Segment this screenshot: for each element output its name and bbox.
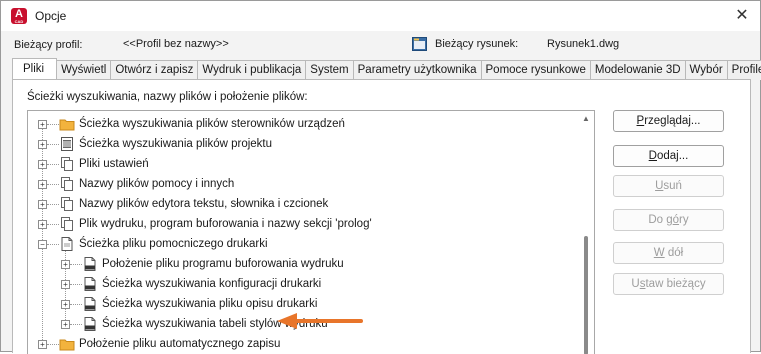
tree-item-label: Ścieżka wyszukiwania plików sterowników … bbox=[79, 118, 345, 130]
plt-file-icon bbox=[82, 276, 98, 292]
tree-connector bbox=[47, 204, 59, 205]
tree-connector bbox=[47, 184, 59, 185]
current-profile-value: <<Profil bez nazwy>> bbox=[123, 38, 229, 50]
expand-icon[interactable]: + bbox=[38, 220, 47, 229]
tree-connector bbox=[70, 324, 82, 325]
tree-connector bbox=[47, 224, 59, 225]
expand-icon[interactable]: + bbox=[61, 260, 70, 269]
files-icon bbox=[59, 216, 75, 232]
profile-row: Bieżący profil: <<Profil bez nazwy>> Bie… bbox=[1, 36, 760, 54]
files-icon bbox=[59, 196, 75, 212]
tab-selection[interactable]: Wybór bbox=[685, 60, 728, 80]
browse-button[interactable]: Przeglądaj... bbox=[613, 110, 724, 132]
tab-open-and-save[interactable]: Otwórz i zapisz bbox=[111, 60, 199, 80]
tab-system[interactable]: System bbox=[306, 60, 354, 80]
tab-strip: Pliki Wyświetl Otwórz i zapisz Wydruk i … bbox=[12, 58, 761, 80]
tree-connector bbox=[47, 244, 59, 245]
folder-icon bbox=[59, 336, 75, 352]
folder-icon bbox=[59, 116, 75, 132]
move-down-button[interactable]: W dół bbox=[613, 242, 724, 264]
current-drawing-value: Rysunek1.dwg bbox=[547, 38, 620, 50]
tab-profiles[interactable]: Profile bbox=[727, 60, 761, 80]
tree-item-label: Ścieżka wyszukiwania plików projektu bbox=[79, 138, 273, 150]
expand-icon[interactable]: + bbox=[38, 140, 47, 149]
tree-connector bbox=[47, 144, 59, 145]
app-icon: A CAD bbox=[11, 8, 27, 24]
current-profile-label: Bieżący profil: bbox=[14, 39, 83, 51]
tree-item-label: Ścieżka wyszukiwania konfiguracji drukar… bbox=[102, 278, 322, 290]
tree-connector bbox=[47, 344, 59, 345]
tab-3d-modeling[interactable]: Modelowanie 3D bbox=[590, 60, 686, 80]
set-current-button[interactable]: Ustaw bieżący bbox=[613, 273, 724, 295]
expand-icon[interactable]: + bbox=[38, 340, 47, 349]
remove-button[interactable]: Usuń bbox=[613, 175, 724, 197]
expand-icon[interactable]: + bbox=[61, 320, 70, 329]
tree-item[interactable]: + Ścieżka wyszukiwania plików sterowników… bbox=[28, 114, 578, 134]
tree-item-label: Ścieżka pliku pomocniczego drukarki bbox=[79, 238, 268, 250]
tree-connector bbox=[70, 304, 82, 305]
plt-file-icon bbox=[82, 256, 98, 272]
tree-item-label: Ścieżka wyszukiwania pliku opisu drukark… bbox=[102, 298, 318, 310]
expand-icon[interactable]: + bbox=[38, 160, 47, 169]
tree-item[interactable]: + Ścieżka wyszukiwania pliku opisu drukar… bbox=[28, 294, 578, 314]
scroll-thumb[interactable] bbox=[584, 236, 588, 354]
options-dialog: A CAD Opcje ✕ Bieżący profil: <<Profil be… bbox=[0, 0, 761, 354]
expand-icon[interactable]: + bbox=[38, 120, 47, 129]
tree-connector bbox=[47, 124, 59, 125]
plt-file-icon bbox=[82, 316, 98, 332]
close-icon[interactable]: ✕ bbox=[730, 5, 754, 27]
scroll-up-icon[interactable]: ▲ bbox=[581, 114, 591, 124]
tree-item-label: Położenie pliku automatycznego zapisu bbox=[79, 338, 281, 350]
tab-drafting[interactable]: Pomoce rysunkowe bbox=[481, 60, 591, 80]
current-drawing-label: Bieżący rysunek: bbox=[435, 38, 519, 50]
callout-arrow-icon bbox=[277, 313, 363, 329]
tree-item[interactable]: + Nazwy plików edytora tekstu, słownika i… bbox=[28, 194, 578, 214]
tree-connector bbox=[70, 264, 82, 265]
tree-item[interactable]: + Położenie pliku programu buforowania wy… bbox=[28, 254, 578, 274]
collapse-icon[interactable]: − bbox=[38, 240, 47, 249]
tree-item-label: Pliki ustawień bbox=[79, 158, 149, 170]
window-title: Opcje bbox=[35, 9, 67, 23]
move-up-button[interactable]: Do góry bbox=[613, 209, 724, 231]
tree-item-label: Nazwy plików pomocy i innych bbox=[79, 178, 235, 190]
document-icon bbox=[59, 236, 75, 252]
tree-item-label: Plik wydruku, program buforowania i nazw… bbox=[79, 218, 372, 230]
tree-item[interactable]: + Plik wydruku, program buforowania i naz… bbox=[28, 214, 578, 234]
tab-display[interactable]: Wyświetl bbox=[57, 60, 112, 80]
tree-connector bbox=[70, 284, 82, 285]
plt-file-icon bbox=[82, 296, 98, 312]
tree-item-label: Nazwy plików edytora tekstu, słownika i … bbox=[79, 198, 329, 210]
tab-plot-and-publish[interactable]: Wydruk i publikacja bbox=[198, 60, 307, 80]
tree-item[interactable]: + Położenie pliku automatycznego zapisu bbox=[28, 334, 578, 354]
tab-files[interactable]: Pliki bbox=[12, 58, 58, 80]
tree-item[interactable]: + Nazwy plików pomocy i innych bbox=[28, 174, 578, 194]
files-icon bbox=[59, 156, 75, 172]
expand-icon[interactable]: + bbox=[38, 180, 47, 189]
title-bar[interactable]: A CAD Opcje ✕ bbox=[1, 1, 760, 31]
tree-item-label: Położenie pliku programu buforowania wyd… bbox=[102, 258, 344, 270]
expand-icon[interactable]: + bbox=[61, 300, 70, 309]
project-file-icon bbox=[59, 136, 75, 152]
files-icon bbox=[59, 176, 75, 192]
tree-item[interactable]: − Ścieżka pliku pomocniczego drukarki bbox=[28, 234, 578, 254]
add-button[interactable]: Dodaj... bbox=[613, 145, 724, 167]
tree-item[interactable]: + Ścieżka wyszukiwania plików projektu bbox=[28, 134, 578, 154]
tab-user-preferences[interactable]: Parametry użytkownika bbox=[353, 60, 482, 80]
tree-item[interactable]: + Pliki ustawień bbox=[28, 154, 578, 174]
tree-scrollbar[interactable]: ▲ bbox=[578, 111, 594, 354]
expand-icon[interactable]: + bbox=[61, 280, 70, 289]
search-paths-label: Ścieżki wyszukiwania, nazwy plików i poł… bbox=[27, 91, 308, 103]
tree-item[interactable]: + Ścieżka wyszukiwania konfiguracji druka… bbox=[28, 274, 578, 294]
tree-connector bbox=[47, 164, 59, 165]
expand-icon[interactable]: + bbox=[38, 200, 47, 209]
files-panel: Ścieżki wyszukiwania, nazwy plików i poł… bbox=[12, 79, 751, 354]
drawing-icon bbox=[412, 37, 427, 51]
